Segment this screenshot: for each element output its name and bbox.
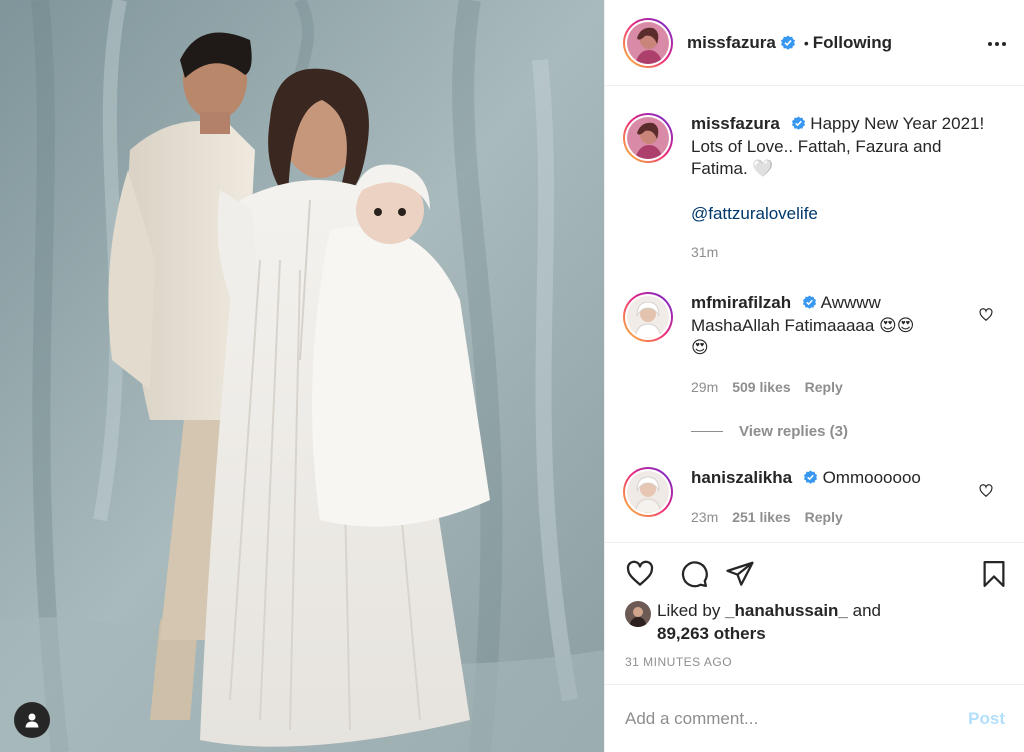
likes-summary: Liked by _hanahussain_ and 89,263 others bbox=[625, 599, 881, 645]
author-username[interactable]: missfazura bbox=[687, 33, 776, 53]
commenter-avatar[interactable] bbox=[623, 292, 673, 342]
separator-dot: • bbox=[803, 34, 809, 51]
share-icon[interactable] bbox=[725, 559, 755, 589]
comment-like-heart-icon[interactable] bbox=[979, 308, 993, 322]
liked-by-and: and bbox=[852, 601, 881, 620]
likes-count-link[interactable]: 89,263 others bbox=[657, 624, 766, 643]
comment-body: haniszalikha Ommoooooo 23m 251 likes Reply bbox=[691, 467, 951, 528]
avatar-image bbox=[627, 296, 669, 338]
comment-likes[interactable]: 509 likes bbox=[732, 379, 790, 395]
avatar-image bbox=[627, 21, 669, 64]
commenter-avatar[interactable] bbox=[623, 467, 673, 517]
view-replies-label: View replies (3) bbox=[739, 423, 848, 440]
bookmark-icon[interactable] bbox=[979, 559, 1009, 589]
verified-icon bbox=[791, 116, 805, 130]
caption-avatar[interactable] bbox=[623, 113, 673, 163]
caption-time: 31m bbox=[691, 244, 719, 260]
verified-icon bbox=[802, 295, 816, 309]
avatar-image bbox=[627, 471, 669, 513]
comment-body: mfmirafilzah Awwww MashaAllah Fatimaaaaa… bbox=[691, 292, 941, 398]
post-timestamp[interactable]: 31 MINUTES AGO bbox=[625, 655, 732, 669]
more-icon[interactable] bbox=[987, 34, 1007, 54]
comment-text: Ommoooooo bbox=[822, 468, 921, 487]
comment-likes[interactable]: 251 likes bbox=[732, 509, 790, 525]
comment-time: 23m bbox=[691, 508, 719, 525]
comment-item: mfmirafilzah Awwww MashaAllah Fatimaaaaa… bbox=[623, 292, 941, 398]
following-button[interactable]: Following bbox=[813, 33, 892, 53]
liker-avatar[interactable] bbox=[625, 601, 651, 627]
liked-by-user[interactable]: _hanahussain_ bbox=[725, 601, 848, 620]
author-avatar[interactable] bbox=[623, 17, 673, 68]
view-replies-line bbox=[691, 431, 723, 432]
reply-button[interactable]: Reply bbox=[805, 509, 843, 525]
verified-icon bbox=[803, 470, 817, 484]
post-header: missfazura • Following bbox=[605, 0, 1024, 86]
caption-mention-link[interactable]: @fattzuralovelife bbox=[691, 204, 818, 223]
heart-icon[interactable] bbox=[625, 559, 655, 589]
comment-emoji: 😍 bbox=[691, 338, 709, 357]
comment-username[interactable]: haniszalikha bbox=[691, 468, 792, 487]
caption: missfazura Happy New Year 2021! Lots of … bbox=[623, 113, 1001, 264]
post-photo[interactable] bbox=[0, 0, 604, 752]
family-photo bbox=[0, 0, 604, 752]
add-comment-bar: Post bbox=[605, 684, 1024, 752]
caption-body: missfazura Happy New Year 2021! Lots of … bbox=[691, 113, 1001, 264]
liked-by-prefix: Liked by bbox=[657, 601, 721, 620]
action-bar: Liked by _hanahussain_ and 89,263 others… bbox=[605, 542, 1024, 683]
post-panel: missfazura • Following missfazura Happy … bbox=[604, 0, 1024, 752]
avatar-image bbox=[627, 117, 669, 159]
comment-icon[interactable] bbox=[679, 559, 709, 589]
view-replies-button[interactable]: View replies (3) bbox=[691, 423, 848, 440]
comment-item: haniszalikha Ommoooooo 23m 251 likes Reply bbox=[623, 467, 951, 528]
comment-meta: 23m 251 likes Reply bbox=[691, 506, 951, 529]
caption-username[interactable]: missfazura bbox=[691, 114, 780, 133]
user-tag-icon bbox=[25, 713, 39, 728]
post-button[interactable]: Post bbox=[968, 709, 1005, 729]
comment-like-heart-icon[interactable] bbox=[979, 484, 993, 498]
reply-button[interactable]: Reply bbox=[805, 379, 843, 395]
comments-list[interactable]: missfazura Happy New Year 2021! Lots of … bbox=[605, 87, 1024, 542]
comment-input[interactable] bbox=[625, 708, 969, 729]
comment-username[interactable]: mfmirafilzah bbox=[691, 293, 791, 312]
user-tag-button[interactable] bbox=[14, 702, 50, 738]
verified-icon bbox=[780, 35, 795, 50]
comment-time: 29m bbox=[691, 378, 719, 395]
comment-meta: 29m 509 likes Reply bbox=[691, 376, 941, 399]
